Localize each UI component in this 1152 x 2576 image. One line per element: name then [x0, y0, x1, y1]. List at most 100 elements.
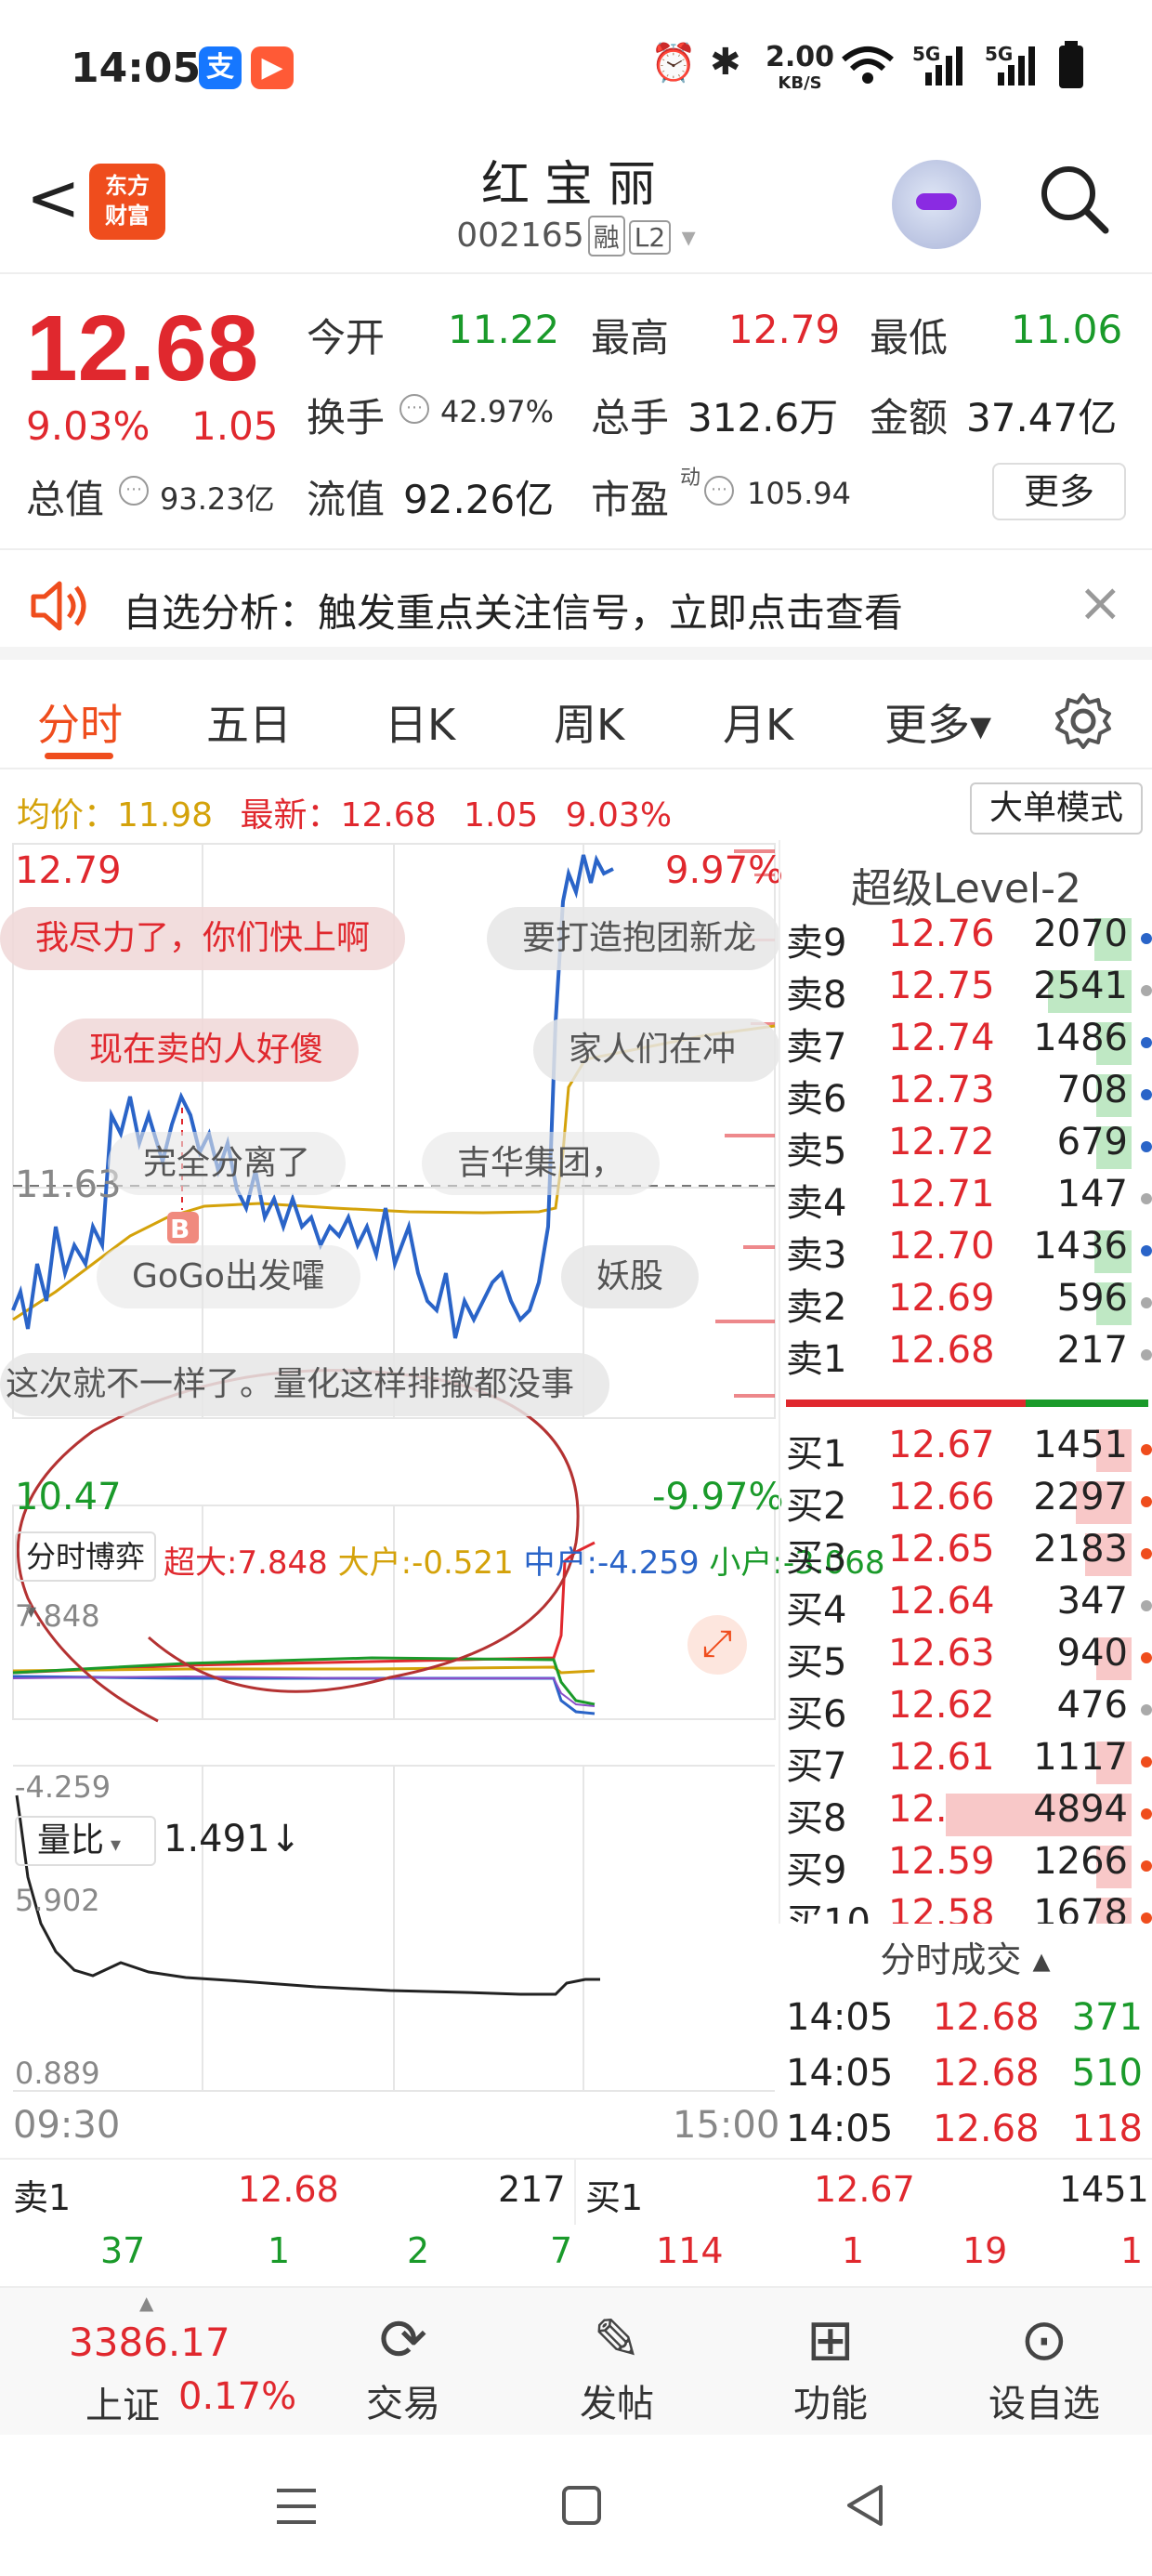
more-button[interactable]: 更多	[992, 463, 1126, 520]
flow-axis-top: 7.848	[15, 1598, 100, 1634]
order-volume: 1266	[1033, 1840, 1128, 1883]
bid-row[interactable]: 买3 12.65 2183	[786, 1528, 1152, 1580]
ask-row[interactable]: 卖7 12.74 1486	[786, 1017, 1152, 1069]
chart-bottom-price: 10.47	[15, 1476, 122, 1518]
ask-row[interactable]: 卖5 12.72 679	[786, 1121, 1152, 1173]
info-icon[interactable]: ⋯	[704, 476, 734, 506]
edit-icon: ✎	[593, 2306, 641, 2373]
home-icon[interactable]	[561, 2485, 602, 2526]
index-pct[interactable]: 0.17%	[178, 2375, 296, 2418]
bullet-comment[interactable]: 这次就不一样了。量化这样排撤都没事	[0, 1353, 610, 1416]
order-price: 12.75	[888, 965, 995, 1007]
tab-5day[interactable]: 五日	[206, 691, 292, 753]
flow-selector[interactable]: 分时博弈 ▾	[15, 1531, 156, 1623]
ask-row[interactable]: 卖8 12.75 2541	[786, 965, 1152, 1017]
best-quote-row: 卖1 12.68 217 买1 12.67 1451	[0, 2158, 1152, 2225]
big-order-mode-button[interactable]: 大单模式	[970, 782, 1143, 835]
level2-title[interactable]: 超级Level-2	[782, 855, 1150, 914]
order-status-dot	[1141, 933, 1152, 944]
order-status-dot	[1141, 1141, 1152, 1152]
close-icon[interactable]: ×	[1078, 571, 1123, 634]
trades-title[interactable]: 分时成交 ▴	[779, 1931, 1152, 1982]
nav-functions[interactable]: ⊞ 功能	[738, 2288, 923, 2427]
bid-row[interactable]: 买7 12.61 1117	[786, 1736, 1152, 1788]
bid-row[interactable]: 买1 12.67 1451	[786, 1424, 1152, 1476]
bid-row[interactable]: 买6 12.62 476	[786, 1684, 1152, 1736]
order-price: 12.62	[888, 1684, 995, 1727]
order-status-dot	[1141, 1652, 1152, 1663]
bullet-comment[interactable]: 家人们在冲	[533, 1019, 780, 1082]
chevron-up-icon[interactable]: ▲	[139, 2292, 153, 2314]
order-volume: 1486	[1033, 1017, 1128, 1059]
bid-row[interactable]: 买5 12.63 940	[786, 1632, 1152, 1684]
bid-row[interactable]: 买9 12.59 1266	[786, 1840, 1152, 1892]
volume-ratio-value: 1.491↓	[164, 1818, 302, 1860]
net-speed: 2.00 KB/S	[766, 41, 835, 94]
gear-icon[interactable]	[1054, 691, 1113, 751]
trade-row: 14:05 12.68 510	[786, 2052, 1146, 2106]
stock-code-row[interactable]: 002165 融 L2 ▾	[0, 216, 1152, 256]
bid-row[interactable]: 买4 12.64 347	[786, 1580, 1152, 1632]
order-level-label: 买2	[786, 1485, 847, 1528]
search-icon[interactable]	[1037, 162, 1111, 236]
order-volume: 347	[1056, 1580, 1128, 1623]
signal-icon-2	[998, 46, 1035, 85]
bid-row[interactable]: 买8 12.60 4894	[786, 1788, 1152, 1840]
trade-price: 12.68	[933, 2052, 1040, 2095]
tab-intraday[interactable]: 分时	[37, 691, 123, 753]
expand-icon[interactable]: ⤢	[687, 1615, 747, 1675]
ask-row[interactable]: 卖6 12.73 708	[786, 1069, 1152, 1121]
order-status-dot	[1141, 985, 1152, 996]
menu-icon[interactable]	[275, 2485, 318, 2528]
bullet-comment[interactable]: 吉华集团，	[422, 1132, 661, 1195]
battery-icon	[1059, 41, 1083, 88]
ask-row[interactable]: 卖1 12.68 217	[786, 1329, 1152, 1381]
bullet-comment[interactable]: GoGo出发嚯	[97, 1245, 360, 1308]
order-volume: 2070	[1033, 913, 1128, 955]
nav-post[interactable]: ✎ 发帖	[524, 2288, 710, 2427]
analysis-banner[interactable]: 自选分析：触发重点关注信号，立即点击查看 ×	[0, 548, 1152, 660]
tab-monthly-k[interactable]: 月K	[723, 691, 793, 753]
ask-row[interactable]: 卖4 12.71 147	[786, 1173, 1152, 1225]
trade-volume: 510	[1071, 2052, 1143, 2095]
order-volume: 940	[1056, 1632, 1128, 1675]
tab-more[interactable]: 更多▾	[884, 691, 991, 753]
ask-row[interactable]: 卖3 12.70 1436	[786, 1225, 1152, 1277]
order-price: 12.72	[888, 1121, 995, 1163]
back-icon[interactable]	[844, 2483, 886, 2528]
order-level-label: 买8	[786, 1797, 847, 1840]
system-nav-bar	[0, 2435, 1152, 2576]
ask-row[interactable]: 卖2 12.69 596	[786, 1277, 1152, 1329]
order-level-label: 卖9	[786, 922, 847, 965]
speaker-icon	[31, 581, 86, 631]
bullet-comment[interactable]: 完全分离了	[108, 1132, 347, 1195]
latest-price: 12.68	[340, 796, 437, 835]
nav-trade[interactable]: ⟳ 交易	[310, 2288, 496, 2427]
order-price: 12.64	[888, 1580, 995, 1623]
bullet-comment[interactable]: 要打造抱团新龙	[487, 907, 780, 970]
tab-daily-k[interactable]: 日K	[385, 691, 455, 753]
trade-volume: 118	[1071, 2108, 1143, 2150]
order-level-label: 买1	[786, 1433, 847, 1476]
order-volume: 2297	[1033, 1476, 1128, 1518]
bullet-comment[interactable]: 现在卖的人好傻	[54, 1019, 360, 1082]
info-icon[interactable]: ⋯	[399, 394, 429, 424]
nav-add-watchlist[interactable]: ⊙ 设自选	[951, 2288, 1137, 2427]
index-value[interactable]: 3386.17	[69, 2320, 230, 2365]
ask-row[interactable]: 卖9 12.76 2070	[786, 913, 1152, 965]
tab-weekly-k[interactable]: 周K	[554, 691, 624, 753]
order-price: 12.59	[888, 1840, 995, 1883]
banner-text: 自选分析：触发重点关注信号，立即点击查看	[123, 590, 904, 636]
bullet-comment[interactable]: 我尽力了，你们快上啊	[0, 907, 406, 970]
change-pct: 9.03%	[26, 403, 151, 449]
amount: 37.47亿	[966, 395, 1118, 440]
change-value: 1.05	[191, 403, 279, 449]
volume-ratio-selector[interactable]: 量比 ▾	[15, 1816, 156, 1866]
order-status-dot	[1141, 1444, 1152, 1455]
bullet-comment[interactable]: 妖股	[561, 1245, 700, 1308]
order-level-label: 卖3	[786, 1234, 847, 1277]
info-icon[interactable]: ⋯	[119, 476, 149, 506]
bid-row[interactable]: 买2 12.66 2297	[786, 1476, 1152, 1528]
index-name[interactable]: 上证	[85, 2375, 160, 2429]
order-status-dot	[1141, 1089, 1152, 1100]
